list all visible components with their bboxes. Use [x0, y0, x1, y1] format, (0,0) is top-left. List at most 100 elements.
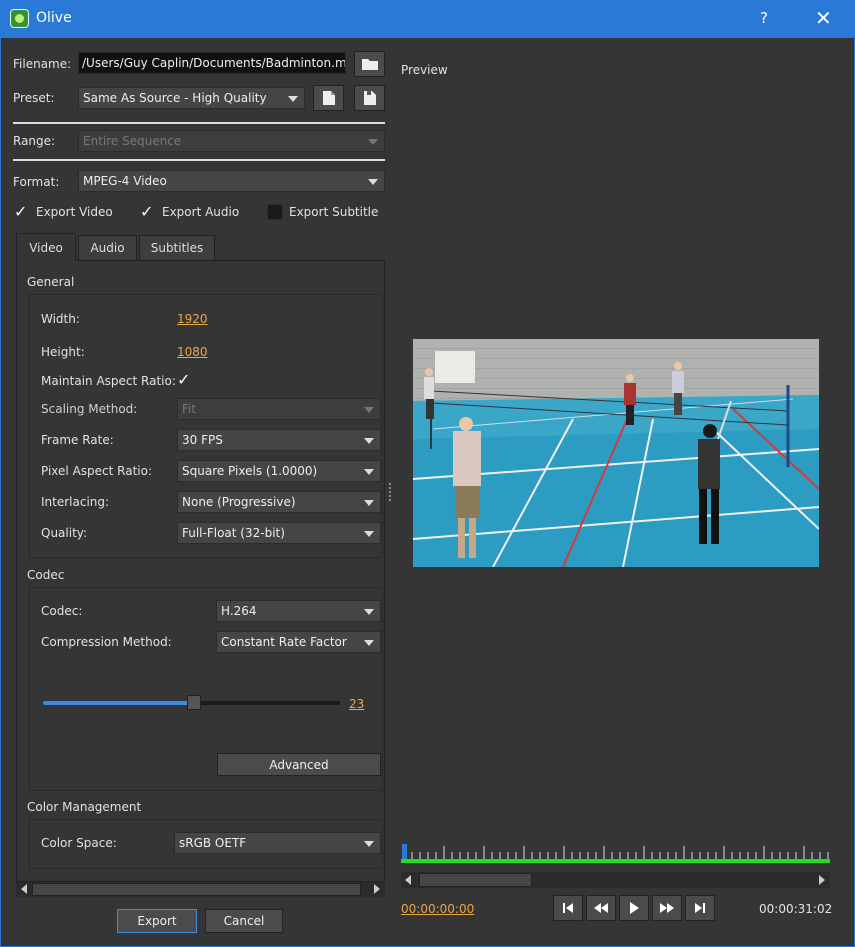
- olive-app-icon: [10, 9, 29, 28]
- scaling-method-select[interactable]: Fit: [177, 398, 381, 420]
- compression-method-value: Constant Rate Factor: [221, 635, 347, 649]
- preview-frame: [413, 339, 819, 567]
- compression-method-label: Compression Method:: [41, 635, 172, 649]
- browse-folder-button[interactable]: [354, 51, 385, 77]
- window-title: Olive: [36, 10, 72, 26]
- color-management-title: Color Management: [27, 800, 142, 814]
- preview-label: Preview: [401, 63, 448, 77]
- pixel-aspect-value: Square Pixels (1.0000): [182, 464, 318, 478]
- crf-slider-handle[interactable]: [187, 695, 202, 710]
- preset-label: Preset:: [13, 91, 55, 105]
- tab-subtitles[interactable]: Subtitles: [139, 235, 215, 261]
- skip-to-end-icon: [695, 903, 705, 913]
- range-value: Entire Sequence: [83, 134, 182, 148]
- interlacing-select[interactable]: None (Progressive): [177, 491, 381, 513]
- width-label: Width:: [41, 312, 80, 326]
- codec-group-title: Codec: [27, 568, 65, 582]
- document-icon: [322, 91, 335, 105]
- export-audio-label: Export Audio: [162, 205, 240, 219]
- pixel-aspect-label: Pixel Aspect Ratio:: [41, 464, 152, 478]
- quality-select[interactable]: Full-Float (32-bit): [177, 522, 381, 544]
- scroll-right-icon[interactable]: [819, 875, 825, 885]
- preset-value: Same As Source - High Quality: [83, 91, 267, 105]
- scroll-left-icon[interactable]: [21, 884, 27, 894]
- go-to-end-button[interactable]: [685, 895, 715, 921]
- export-button[interactable]: Export: [117, 909, 197, 933]
- preview-timeline[interactable]: [401, 838, 830, 864]
- range-select[interactable]: Entire Sequence: [78, 130, 385, 152]
- export-audio-checkbox[interactable]: ✓: [140, 204, 156, 220]
- timeline-work-area-bar: [401, 859, 830, 863]
- filename-input[interactable]: /Users/Guy Caplin/Documents/Badminton.mp…: [78, 52, 346, 74]
- folder-icon: [361, 59, 378, 70]
- current-timecode[interactable]: 00:00:00:00: [401, 902, 474, 916]
- fast-forward-icon: [660, 903, 674, 913]
- codec-select[interactable]: H.264: [216, 600, 381, 622]
- export-subtitle-label: Export Subtitle: [289, 205, 379, 219]
- scaling-method-label: Scaling Method:: [41, 402, 138, 416]
- settings-scrollbar[interactable]: [16, 882, 385, 897]
- rewind-icon: [594, 903, 608, 913]
- format-value: MPEG-4 Video: [83, 174, 167, 188]
- help-button[interactable]: ?: [760, 9, 768, 27]
- compression-method-select[interactable]: Constant Rate Factor: [216, 631, 381, 653]
- separator: [13, 159, 385, 161]
- playhead: [402, 844, 407, 859]
- interlacing-value: None (Progressive): [182, 495, 296, 509]
- scaling-method-value: Fit: [182, 402, 197, 416]
- height-label: Height:: [41, 345, 85, 359]
- range-label: Range:: [13, 134, 56, 148]
- play-icon: [630, 902, 639, 914]
- general-group: [29, 294, 383, 558]
- play-button[interactable]: [619, 895, 649, 921]
- load-preset-button[interactable]: [313, 85, 344, 111]
- height-value[interactable]: 1080: [177, 345, 208, 359]
- scrollbar-thumb[interactable]: [32, 883, 361, 896]
- quality-value: Full-Float (32-bit): [182, 526, 285, 540]
- skip-to-start-icon: [563, 903, 573, 913]
- rewind-button[interactable]: [586, 895, 616, 921]
- export-subtitle-checkbox[interactable]: [267, 204, 283, 220]
- interlacing-label: Interlacing:: [41, 495, 110, 509]
- go-to-start-button[interactable]: [553, 895, 583, 921]
- close-button[interactable]: ✕: [815, 6, 832, 30]
- color-space-select[interactable]: sRGB OETF: [174, 832, 381, 854]
- width-value[interactable]: 1920: [177, 312, 208, 326]
- preview-scrollbar[interactable]: [401, 872, 830, 888]
- codec-label: Codec:: [41, 604, 83, 618]
- pixel-aspect-select[interactable]: Square Pixels (1.0000): [177, 460, 381, 482]
- scroll-left-icon[interactable]: [405, 875, 411, 885]
- quality-label: Quality:: [41, 526, 88, 540]
- filename-label: Filename:: [13, 57, 72, 71]
- tab-audio[interactable]: Audio: [78, 235, 137, 261]
- color-space-value: sRGB OETF: [179, 836, 247, 850]
- frame-rate-label: Frame Rate:: [41, 433, 114, 447]
- end-timecode: 00:00:31:02: [759, 902, 833, 916]
- color-space-label: Color Space:: [41, 836, 117, 850]
- timeline-ruler: [401, 844, 830, 863]
- maintain-aspect-checkbox[interactable]: ✓: [177, 372, 193, 388]
- aspect-ratio-label: Maintain Aspect Ratio:: [41, 374, 176, 388]
- cancel-button[interactable]: Cancel: [205, 909, 283, 933]
- frame-rate-value: 30 FPS: [182, 433, 223, 447]
- advanced-button[interactable]: Advanced: [217, 753, 381, 776]
- format-select[interactable]: MPEG-4 Video: [78, 170, 385, 192]
- codec-value: H.264: [221, 604, 257, 618]
- general-group-title: General: [27, 275, 75, 289]
- title-bar: Olive ? ✕: [0, 0, 855, 38]
- tab-video[interactable]: Video: [16, 233, 76, 261]
- frame-rate-select[interactable]: 30 FPS: [177, 429, 381, 451]
- save-preset-button[interactable]: [354, 85, 385, 111]
- splitter-handle[interactable]: [389, 483, 391, 501]
- format-label: Format:: [13, 175, 60, 189]
- fast-forward-button[interactable]: [652, 895, 682, 921]
- export-video-checkbox[interactable]: ✓: [14, 204, 30, 220]
- badminton-court-image: [413, 339, 819, 567]
- export-video-label: Export Video: [36, 205, 113, 219]
- scroll-right-icon[interactable]: [374, 884, 380, 894]
- preview-scrollbar-thumb[interactable]: [419, 873, 532, 887]
- preset-select[interactable]: Same As Source - High Quality: [78, 87, 305, 109]
- crf-value[interactable]: 23: [349, 697, 364, 711]
- crf-slider-fill: [43, 701, 195, 705]
- save-document-icon: [363, 91, 376, 105]
